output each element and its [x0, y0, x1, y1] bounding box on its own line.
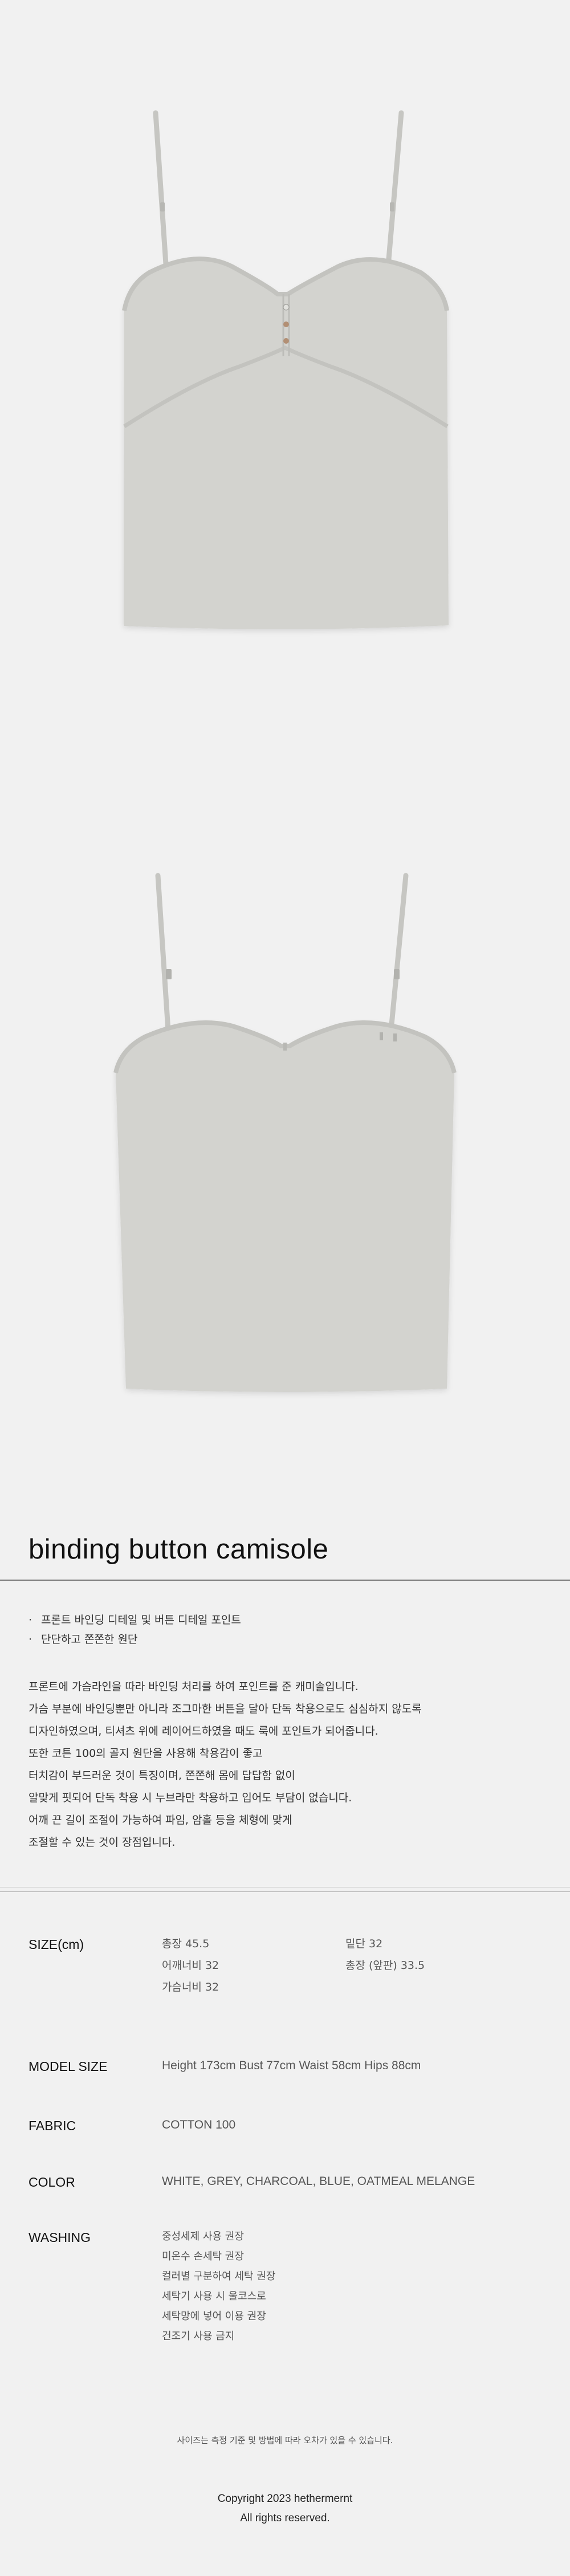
size-measure: 총장 (앞판) 33.5 [345, 1959, 425, 1972]
fabric-label: FABRIC [28, 2118, 76, 2133]
description-line: 가슴 부분에 바인딩뿐만 아니라 조그마한 버튼을 달아 단독 착용으로도 심심… [28, 1703, 422, 1715]
description-line: 프론트에 가슴라인을 따라 바인딩 처리를 하여 포인트를 준 캐미솔입니다. [28, 1680, 359, 1693]
description-line: 조절할 수 있는 것이 장점입니다. [28, 1836, 176, 1849]
size-measure: 총장 45.5 [162, 1938, 210, 1950]
back-view-photo [0, 747, 570, 1431]
model-size-label: MODEL SIZE [28, 2059, 108, 2074]
front-view-photo [0, 0, 570, 656]
washing-item: 건조기 사용 금지 [162, 2330, 235, 2342]
product-description: 프론트에 가슴라인을 따라 바인딩 처리를 하여 포인트를 준 캐미솔입니다. … [28, 1676, 422, 1854]
washing-item: 세탁기 사용 시 울코스로 [162, 2290, 266, 2302]
size-measure: 밑단 32 [345, 1938, 383, 1950]
description-line: 터치감이 부드러운 것이 특징이며, 쫀쫀해 몸에 답답함 없이 [28, 1769, 295, 1782]
feature-item: · 단단하고 쫀쫀한 원단 [28, 1633, 138, 1646]
copyright: Copyright 2023 hethermernt All rights re… [0, 2489, 570, 2528]
rights-line: All rights reserved. [240, 2512, 330, 2524]
washing-item: 중성세제 사용 권장 [162, 2231, 244, 2243]
feature-item: · 프론트 바인딩 디테일 및 버튼 디테일 포인트 [28, 1614, 241, 1626]
section-divider [0, 1891, 570, 1892]
color-value: WHITE, GREY, CHARCOAL, BLUE, OATMEAL MEL… [162, 2175, 475, 2188]
size-column-2: 밑단 32 총장 (앞판) 33.5 [345, 1937, 425, 1980]
product-title: binding button camisole [28, 1534, 329, 1565]
description-line: 어깨 끈 길이 조절이 가능하여 파임, 암홀 등을 체형에 맞게 [28, 1814, 292, 1826]
size-disclaimer: 사이즈는 측정 기준 및 방법에 따라 오차가 있을 수 있습니다. [177, 2435, 393, 2445]
color-label: COLOR [28, 2175, 75, 2190]
size-measure: 어깨너비 32 [162, 1959, 219, 1972]
washing-item: 세탁망에 넣어 이용 권장 [162, 2310, 266, 2322]
title-divider [0, 1580, 570, 1581]
copyright-line: Copyright 2023 hethermernt [217, 2493, 353, 2505]
model-size-value: Height 173cm Bust 77cm Waist 58cm Hips 8… [162, 2059, 421, 2072]
washing-item: 컬러별 구분하여 세탁 권장 [162, 2270, 276, 2282]
size-label: SIZE(cm) [28, 1937, 84, 1952]
front-view-camisole-image [122, 110, 449, 629]
fabric-value: COTTON 100 [162, 2118, 236, 2131]
description-line: 디자인하였으며, 티셔츠 위에 레이어드하였을 때도 룩에 포인트가 되어줍니다… [28, 1725, 378, 1737]
washing-label: WASHING [28, 2230, 91, 2245]
washing-list: 중성세제 사용 권장 미온수 손세탁 권장 컬러별 구분하여 세탁 권장 세탁기… [162, 2230, 275, 2350]
description-line: 또한 코튼 100의 골지 원단을 사용해 착용감이 좋고 [28, 1747, 263, 1760]
back-view-camisole-image [113, 873, 457, 1392]
feature-list: · 프론트 바인딩 디테일 및 버튼 디테일 포인트 · 단단하고 쫀쫀한 원단 [28, 1610, 241, 1649]
size-column-1: 총장 45.5 어깨너비 32 가슴너비 32 [162, 1937, 219, 2002]
size-measure: 가슴너비 32 [162, 1981, 219, 1993]
description-line: 알맞게 핏되어 단독 착용 시 누브라만 착용하고 입어도 부담이 없습니다. [28, 1792, 352, 1804]
washing-item: 미온수 손세탁 권장 [162, 2251, 244, 2262]
